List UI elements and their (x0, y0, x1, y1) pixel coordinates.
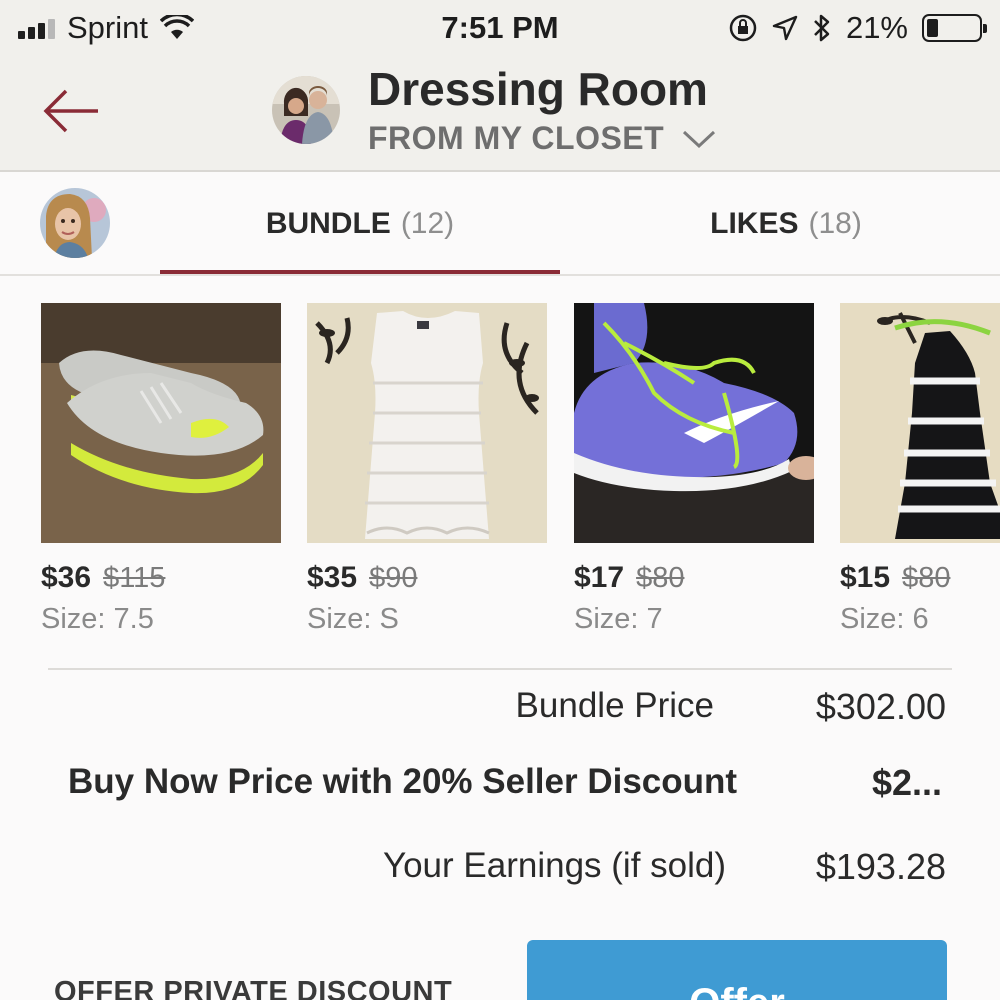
earnings-label: Your Earnings (if sold) (382, 846, 726, 885)
item-photo (41, 303, 281, 543)
tab-likes[interactable]: LIKES (18) (586, 172, 986, 276)
location-icon (772, 15, 798, 41)
active-tab-indicator (160, 270, 560, 274)
status-bar-right: 21% (728, 10, 987, 46)
battery-level (927, 19, 938, 37)
buy-now-label: Buy Now Price with 20% Seller Discount (68, 762, 738, 801)
closet-selector[interactable]: FROM MY CLOSET (368, 120, 716, 157)
bundle-price-label: Bundle Price (515, 686, 714, 725)
item-size: Size: 7 (574, 603, 663, 635)
buyer-avatar[interactable] (40, 188, 110, 258)
rotation-lock-icon (729, 14, 757, 42)
offer-private-discount-link[interactable]: OFFER PRIVATE DISCOUNT (54, 976, 452, 1000)
tab-bundle[interactable]: BUNDLE (12) (160, 172, 560, 276)
page-title: Dressing Room (368, 63, 708, 115)
bluetooth-icon (814, 14, 830, 42)
item-photo (307, 303, 547, 543)
item-price: $35 (307, 561, 358, 594)
item-size: Size: 7.5 (41, 603, 154, 635)
battery-percent: 21% (845, 10, 908, 45)
buy-now-value: $2... (871, 762, 942, 803)
bundle-price-value: $302.00 (815, 686, 946, 727)
bundle-item[interactable]: $35 $90 Size: S (307, 303, 547, 636)
item-price-row: $36 $115 (41, 561, 281, 595)
item-price: $17 (574, 561, 625, 594)
item-price: $36 (41, 561, 92, 594)
tab-likes-count: (18) (808, 207, 862, 240)
item-photo (840, 303, 1000, 543)
battery-icon (922, 14, 987, 42)
earnings-value: $193.28 (815, 846, 946, 887)
summary-divider (48, 668, 952, 670)
tab-bundle-count: (12) (400, 207, 455, 240)
closet-selector-label: FROM MY CLOSET (368, 120, 665, 156)
item-price-row: $35 $90 (307, 561, 547, 595)
tab-likes-label: LIKES (710, 207, 799, 240)
tab-bundle-label: BUNDLE (265, 207, 391, 240)
item-price: $15 (840, 561, 891, 594)
tab-bar: BUNDLE (12) LIKES (18) (0, 172, 1000, 276)
item-size: Size: S (307, 603, 399, 635)
bundle-item[interactable]: $17 $80 Size: 7 (574, 303, 814, 636)
closet-owner-avatar (272, 76, 340, 144)
item-original-price: $80 (902, 562, 951, 594)
item-size: Size: 6 (840, 603, 929, 635)
item-photo (574, 303, 814, 543)
item-original-price: $80 (636, 562, 685, 594)
bundle-item[interactable]: $36 $115 Size: 7.5 (41, 303, 281, 636)
bundle-items: $36 $115 Size: 7.5 $35 $90 Size: S $17 $… (0, 276, 1000, 656)
chevron-down-icon (683, 130, 716, 148)
item-price-row: $17 $80 (574, 561, 814, 595)
item-original-price: $90 (369, 562, 418, 594)
back-arrow-icon[interactable] (40, 86, 104, 136)
item-original-price: $115 (103, 562, 166, 594)
status-bar: Sprint 7:51 PM 21% (0, 0, 1000, 56)
offer-button[interactable]: Offer (527, 940, 947, 1000)
bundle-item[interactable]: $15 $80 Size: 6 (840, 303, 1000, 636)
nav-header: Dressing Room FROM MY CLOSET (0, 56, 1000, 172)
item-price-row: $15 $80 (840, 561, 1000, 595)
